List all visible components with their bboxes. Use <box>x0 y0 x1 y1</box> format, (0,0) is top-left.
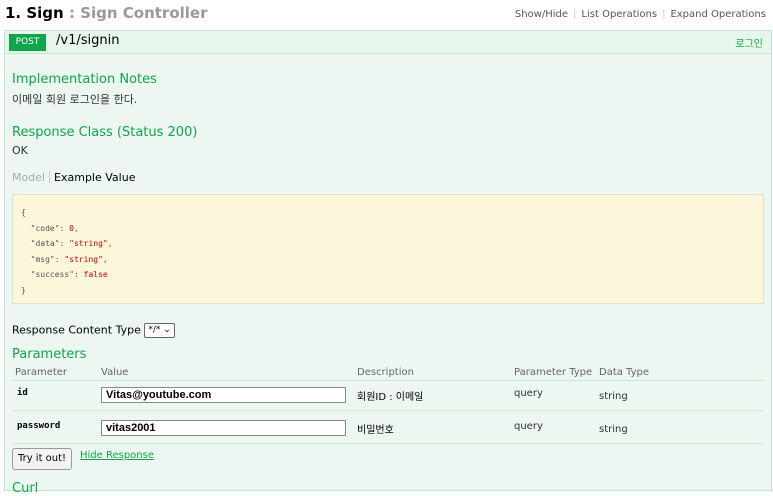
operation-content: Implementation Notes 이메일 회원 로그인을 한다. Res… <box>5 54 771 496</box>
data-type: string <box>599 424 628 435</box>
chevron-down-icon: ⌄ <box>163 325 171 335</box>
response-content-type-label: Response Content Type <box>12 323 141 337</box>
response-content-type-select[interactable]: */* ⌄ <box>144 323 175 338</box>
json-open-brace: { <box>21 208 26 217</box>
parameter-type: query <box>514 421 543 432</box>
response-class-heading: Response Class (Status 200) <box>12 125 198 140</box>
parameters-table-header: Parameter Value Description Parameter Ty… <box>12 366 764 381</box>
list-operations-link[interactable]: List Operations <box>581 9 657 20</box>
parameter-name: id <box>17 388 28 398</box>
resource-header: 1. Sign : Sign Controller Show/Hide | List… <box>0 0 773 30</box>
implementation-notes-text: 이메일 회원 로그인을 한다. <box>12 93 138 106</box>
curl-heading: Curl <box>12 481 39 496</box>
password-input[interactable] <box>101 420 346 436</box>
column-header-parameter-type: Parameter Type <box>514 367 593 378</box>
json-line-msg: "msg": "string", <box>21 254 108 264</box>
parameter-type: query <box>514 388 543 399</box>
operation-heading[interactable]: POST /v1/signin 로그인 <box>5 31 771 54</box>
parameter-description: 비밀번호 <box>357 425 394 436</box>
hide-response-link[interactable]: Hide Response <box>80 450 154 461</box>
column-header-description: Description <box>357 367 414 378</box>
tab-example-value[interactable]: Example Value <box>54 171 135 184</box>
json-value: "string" <box>69 239 108 248</box>
resource-title-separator: : <box>63 4 81 22</box>
json-value: false <box>83 270 108 279</box>
try-it-out-button[interactable]: Try it out! <box>12 448 72 470</box>
response-content-type-value: */* <box>148 325 161 335</box>
operation-panel: POST /v1/signin 로그인 Implementation Notes… <box>4 30 772 496</box>
resource-number[interactable]: 1. Sign <box>5 4 64 22</box>
parameter-row-id: id 회원ID : 이메일 query string <box>12 382 764 411</box>
endpoint-path[interactable]: /v1/signin <box>56 33 119 48</box>
parameter-name: password <box>17 421 61 431</box>
operation-summary[interactable]: 로그인 <box>735 35 763 50</box>
resource-title[interactable]: 1. Sign : Sign Controller <box>5 4 207 22</box>
json-key: "success": <box>21 270 84 279</box>
tab-model[interactable]: Model <box>12 171 45 184</box>
json-line-success: "success": false <box>21 267 755 283</box>
resource-links: Show/Hide | List Operations | Expand Operati… <box>515 9 766 20</box>
parameters-heading: Parameters <box>12 347 87 362</box>
parameter-row-password: password 비밀번호 query string <box>12 415 764 444</box>
tab-divider <box>49 171 51 183</box>
json-value: "string" <box>64 254 103 264</box>
json-line-code: "code": 0, <box>21 223 79 233</box>
json-key: "data": <box>21 239 70 248</box>
response-content-type: Response Content Type */* ⌄ <box>12 323 175 338</box>
model-tabs: Model Example Value <box>12 171 135 184</box>
id-input[interactable] <box>101 387 346 403</box>
json-close-brace: } <box>21 285 26 295</box>
expand-operations-link[interactable]: Expand Operations <box>670 9 766 20</box>
json-key: "msg": <box>21 254 65 264</box>
resource-subtitle: Sign Controller <box>80 4 208 22</box>
json-line-data: "data": "string", <box>21 239 113 248</box>
example-value-box[interactable]: { "code": 0, "data": "string", "msg": "s… <box>12 194 764 304</box>
http-method-badge[interactable]: POST <box>9 34 46 51</box>
column-header-parameter: Parameter <box>15 367 68 378</box>
json-value: 0 <box>69 223 74 233</box>
response-class-value: OK <box>12 144 28 157</box>
json-key: "code": <box>21 223 70 233</box>
show-hide-link[interactable]: Show/Hide <box>515 9 568 20</box>
column-header-data-type: Data Type <box>599 367 650 378</box>
implementation-notes-heading: Implementation Notes <box>12 72 157 87</box>
column-header-value: Value <box>101 367 129 378</box>
link-divider: | <box>573 9 577 20</box>
link-divider: | <box>662 9 666 20</box>
data-type: string <box>599 391 628 402</box>
parameter-description: 회원ID : 이메일 <box>357 392 424 403</box>
